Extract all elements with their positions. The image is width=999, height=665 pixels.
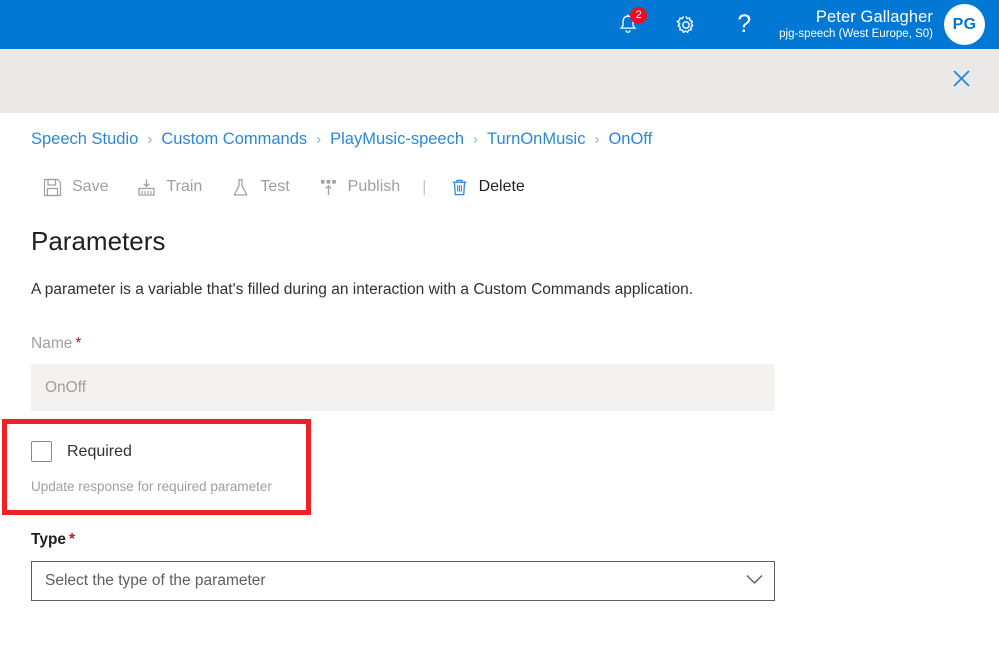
- required-checkbox-label: Required: [67, 442, 132, 460]
- train-label: Train: [166, 178, 203, 195]
- breadcrumb-item-playmusic-speech[interactable]: PlayMusic-speech: [330, 130, 464, 149]
- type-required-asterisk: *: [69, 531, 76, 548]
- publish-label: Publish: [347, 178, 401, 195]
- main-content: Parameters A parameter is a variable tha…: [0, 224, 999, 601]
- user-name: Peter Gallagher: [815, 8, 933, 26]
- breadcrumb-separator: ›: [473, 130, 479, 148]
- avatar: PG: [944, 4, 985, 45]
- breadcrumb: Speech Studio › Custom Commands › PlayMu…: [0, 113, 999, 165]
- settings-button[interactable]: [657, 0, 715, 49]
- breadcrumb-item-speech-studio[interactable]: Speech Studio: [31, 130, 138, 149]
- required-help-text: Update response for required parameter: [31, 479, 272, 494]
- breadcrumb-item-turnonmusic[interactable]: TurnOnMusic: [487, 130, 585, 149]
- user-account-menu[interactable]: Peter Gallagher pjg-speech (West Europe,…: [779, 4, 985, 45]
- notifications-button[interactable]: 2: [599, 0, 657, 49]
- trash-icon: [449, 177, 470, 198]
- breadcrumb-separator: ›: [594, 130, 600, 148]
- header-icon-group: 2 ? Peter Gallagher pjg-speech (West Eur…: [599, 0, 985, 49]
- command-separator: |: [422, 177, 427, 196]
- close-icon: [952, 69, 971, 93]
- type-label-text: Type: [31, 531, 67, 548]
- delete-button[interactable]: Delete: [441, 170, 533, 204]
- breadcrumb-item-onoff[interactable]: OnOff: [608, 130, 652, 149]
- train-model-icon: [136, 177, 157, 198]
- test-label: Test: [260, 178, 290, 195]
- name-required-asterisk: *: [75, 335, 82, 352]
- publish-button[interactable]: Publish: [310, 170, 408, 204]
- save-label: Save: [72, 178, 109, 195]
- command-bar: Save Train Test Publish | Delete: [0, 165, 999, 209]
- type-dropdown[interactable]: Select the type of the parameter: [31, 561, 775, 601]
- save-button[interactable]: Save: [34, 170, 116, 204]
- type-field-label: Type *: [31, 530, 999, 550]
- subscription-label: pjg-speech (West Europe, S0): [779, 28, 933, 40]
- breadcrumb-item-custom-commands[interactable]: Custom Commands: [161, 130, 307, 149]
- chevron-down-icon: [746, 572, 763, 590]
- panel-header-bar: [0, 49, 999, 113]
- help-button[interactable]: ?: [715, 0, 773, 49]
- publish-upload-icon: [318, 177, 339, 198]
- notification-count-badge: 2: [630, 7, 648, 24]
- question-mark-icon: ?: [737, 10, 752, 38]
- delete-label: Delete: [478, 178, 525, 195]
- required-checkbox-row[interactable]: Required: [31, 419, 231, 462]
- gear-icon: [674, 13, 698, 37]
- test-button[interactable]: Test: [222, 170, 297, 204]
- name-input-value: OnOff: [45, 378, 87, 396]
- train-button[interactable]: Train: [128, 170, 210, 204]
- page-title: Parameters: [31, 226, 166, 256]
- breadcrumb-separator: ›: [316, 130, 322, 148]
- name-input[interactable]: OnOff: [31, 364, 775, 411]
- page-description: A parameter is a variable that's filled …: [31, 281, 694, 298]
- name-field-label: Name *: [31, 334, 999, 354]
- user-text-block: Peter Gallagher pjg-speech (West Europe,…: [779, 7, 933, 42]
- close-button[interactable]: [943, 63, 979, 99]
- flask-icon: [230, 177, 251, 198]
- required-parameter-group: Required Update response for required pa…: [0, 419, 999, 515]
- name-label-text: Name: [31, 335, 73, 352]
- top-header-bar: 2 ? Peter Gallagher pjg-speech (West Eur…: [0, 0, 999, 49]
- save-floppy-icon: [42, 177, 63, 198]
- type-dropdown-placeholder: Select the type of the parameter: [45, 572, 266, 589]
- breadcrumb-separator: ›: [147, 130, 153, 148]
- required-checkbox[interactable]: [31, 441, 52, 462]
